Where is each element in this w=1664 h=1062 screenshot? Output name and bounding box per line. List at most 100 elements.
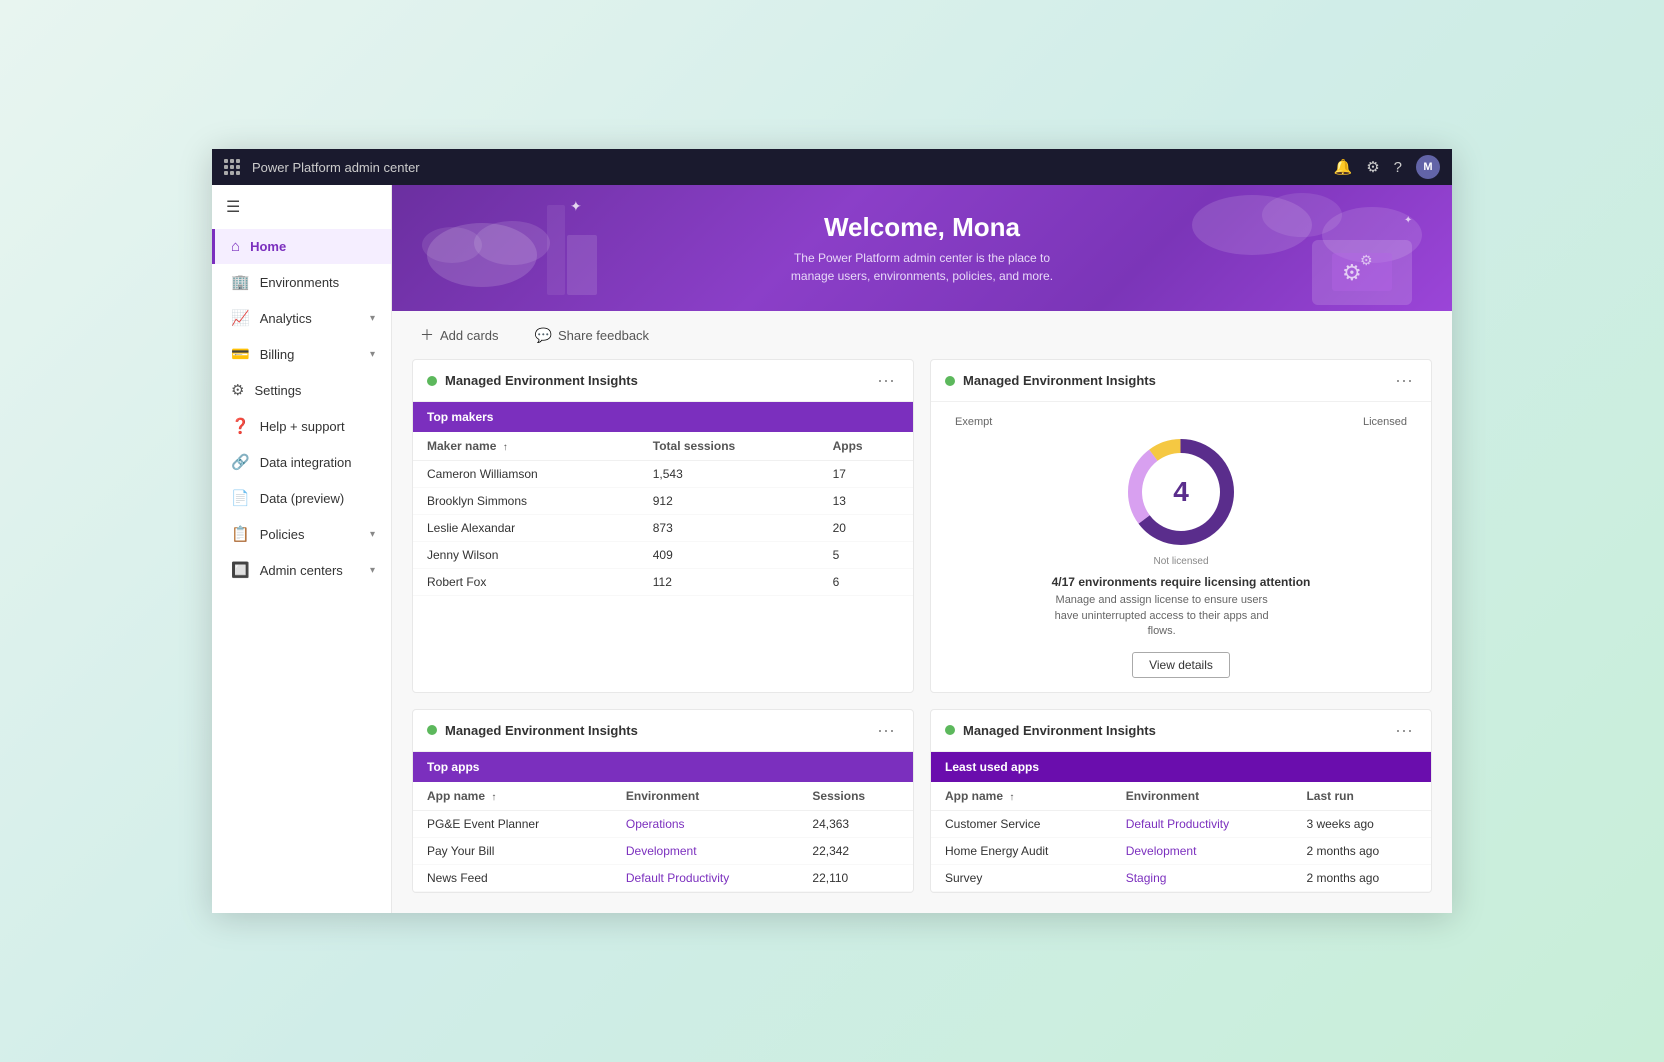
- maker-name: Jenny Wilson: [413, 542, 639, 569]
- chevron-down-icon: ▾: [370, 349, 375, 360]
- sidebar-item-label: Data integration: [260, 455, 352, 470]
- sort-icon[interactable]: ↑: [491, 792, 496, 803]
- toolbar: ＋ Add cards 💬 Share feedback: [392, 311, 1452, 359]
- card-title: Managed Environment Insights: [445, 373, 873, 388]
- apps-count: 5: [819, 542, 913, 569]
- card-more-button[interactable]: ···: [873, 720, 899, 741]
- cards-grid: Managed Environment Insights ··· Top mak…: [392, 359, 1452, 912]
- col-sessions: Total sessions: [639, 432, 819, 461]
- app-name: Pay Your Bill: [413, 837, 612, 864]
- billing-icon: 💳: [231, 345, 250, 363]
- plus-icon: ＋: [420, 325, 434, 345]
- hamburger-button[interactable]: ☰: [212, 185, 391, 229]
- chevron-down-icon: ▾: [370, 565, 375, 576]
- label-exempt: Exempt: [955, 416, 992, 428]
- apps-count: 13: [819, 488, 913, 515]
- col-sessions: Sessions: [798, 782, 913, 811]
- chevron-down-icon: ▾: [370, 313, 375, 324]
- sort-icon[interactable]: ↑: [503, 442, 508, 453]
- card-least-used-apps: Managed Environment Insights ··· Least u…: [930, 709, 1432, 893]
- table-row: PG&E Event Planner Operations 24,363: [413, 810, 913, 837]
- share-feedback-button[interactable]: 💬 Share feedback: [527, 323, 658, 348]
- donut-info-subtitle: Manage and assign license to ensure user…: [1052, 593, 1272, 639]
- last-run: 3 weeks ago: [1292, 810, 1431, 837]
- sessions: 22,110: [798, 864, 913, 891]
- card-more-button[interactable]: ···: [1391, 720, 1417, 741]
- environment: Default Productivity: [1112, 810, 1293, 837]
- settings-icon[interactable]: ⚙: [1366, 158, 1379, 176]
- card-top-apps: Managed Environment Insights ··· Top app…: [412, 709, 914, 893]
- col-apps: Apps: [819, 432, 913, 461]
- donut-labels: Exempt Licensed: [945, 416, 1417, 428]
- sidebar-item-billing[interactable]: 💳 Billing ▾: [212, 336, 391, 372]
- sidebar-item-environments[interactable]: 🏢 Environments: [212, 264, 391, 300]
- table-row: Leslie Alexandar 873 20: [413, 515, 913, 542]
- sessions: 912: [639, 488, 819, 515]
- sidebar-item-label: Help + support: [260, 419, 345, 434]
- card-more-button[interactable]: ···: [1391, 370, 1417, 391]
- view-details-button[interactable]: View details: [1132, 652, 1230, 678]
- col-last-run: Last run: [1292, 782, 1431, 811]
- sidebar-item-label: Environments: [260, 275, 339, 290]
- last-run: 2 months ago: [1292, 864, 1431, 891]
- app-name: Home Energy Audit: [931, 837, 1112, 864]
- help-icon[interactable]: ?: [1394, 159, 1402, 176]
- top-apps-table: App name ↑ Environment Sessions PG&E Eve…: [413, 782, 913, 892]
- col-app-name: App name ↑: [931, 782, 1112, 811]
- donut-info: 4/17 environments require licensing atte…: [1052, 575, 1311, 639]
- top-bar-icons: 🔔 ⚙ ? M: [1334, 155, 1440, 179]
- content-area: ✦ ✦ ⚙ ⚙ Welcome, Mona The Power Platform…: [392, 185, 1452, 912]
- sessions: 409: [639, 542, 819, 569]
- top-bar: Power Platform admin center 🔔 ⚙ ? M: [212, 149, 1452, 185]
- sessions: 112: [639, 569, 819, 596]
- environments-icon: 🏢: [231, 273, 250, 291]
- col-environment: Environment: [612, 782, 799, 811]
- sidebar-item-analytics[interactable]: 📈 Analytics ▾: [212, 300, 391, 336]
- bell-icon[interactable]: 🔔: [1334, 158, 1353, 176]
- card-header: Managed Environment Insights ···: [413, 360, 913, 402]
- table-row: Pay Your Bill Development 22,342: [413, 837, 913, 864]
- home-icon: ⌂: [231, 238, 240, 255]
- card-licensing: Managed Environment Insights ··· Exempt …: [930, 359, 1432, 692]
- analytics-icon: 📈: [231, 309, 250, 327]
- sidebar-item-label: Policies: [260, 527, 305, 542]
- data-preview-icon: 📄: [231, 489, 250, 507]
- environment: Default Productivity: [612, 864, 799, 891]
- app-name: PG&E Event Planner: [413, 810, 612, 837]
- settings-icon: ⚙: [231, 381, 244, 399]
- donut-center-number: 4: [1173, 476, 1189, 508]
- sidebar-item-admin-centers[interactable]: 🔲 Admin centers ▾: [212, 552, 391, 588]
- apps-count: 20: [819, 515, 913, 542]
- table-section-label: Top makers: [413, 402, 913, 432]
- label-not-licensed: Not licensed: [1153, 556, 1208, 567]
- sort-icon[interactable]: ↑: [1009, 792, 1014, 803]
- sessions: 873: [639, 515, 819, 542]
- sidebar-item-policies[interactable]: 📋 Policies ▾: [212, 516, 391, 552]
- table-row: Brooklyn Simmons 912 13: [413, 488, 913, 515]
- add-cards-button[interactable]: ＋ Add cards: [412, 321, 507, 349]
- status-dot: [427, 725, 437, 735]
- maker-name: Brooklyn Simmons: [413, 488, 639, 515]
- status-dot: [427, 376, 437, 386]
- sidebar-item-home[interactable]: ⌂ Home: [212, 229, 391, 264]
- col-maker-name: Maker name ↑: [413, 432, 639, 461]
- banner-title: Welcome, Mona: [432, 212, 1412, 243]
- table-section-label: Top apps: [413, 752, 913, 782]
- sidebar-item-settings[interactable]: ⚙ Settings: [212, 372, 391, 408]
- card-more-button[interactable]: ···: [873, 370, 899, 391]
- sidebar-item-help[interactable]: ❓ Help + support: [212, 408, 391, 444]
- sidebar-item-data-preview[interactable]: 📄 Data (preview): [212, 480, 391, 516]
- last-run: 2 months ago: [1292, 837, 1431, 864]
- sidebar-item-label: Admin centers: [260, 563, 343, 578]
- card-header: Managed Environment Insights ···: [931, 710, 1431, 752]
- maker-name: Cameron Williamson: [413, 461, 639, 488]
- status-dot: [945, 376, 955, 386]
- donut-chart: 4: [1121, 432, 1241, 552]
- avatar[interactable]: M: [1416, 155, 1440, 179]
- waffle-icon[interactable]: [224, 159, 240, 175]
- maker-name: Robert Fox: [413, 569, 639, 596]
- sidebar-item-data-integration[interactable]: 🔗 Data integration: [212, 444, 391, 480]
- maker-name: Leslie Alexandar: [413, 515, 639, 542]
- sessions: 22,342: [798, 837, 913, 864]
- table-row: News Feed Default Productivity 22,110: [413, 864, 913, 891]
